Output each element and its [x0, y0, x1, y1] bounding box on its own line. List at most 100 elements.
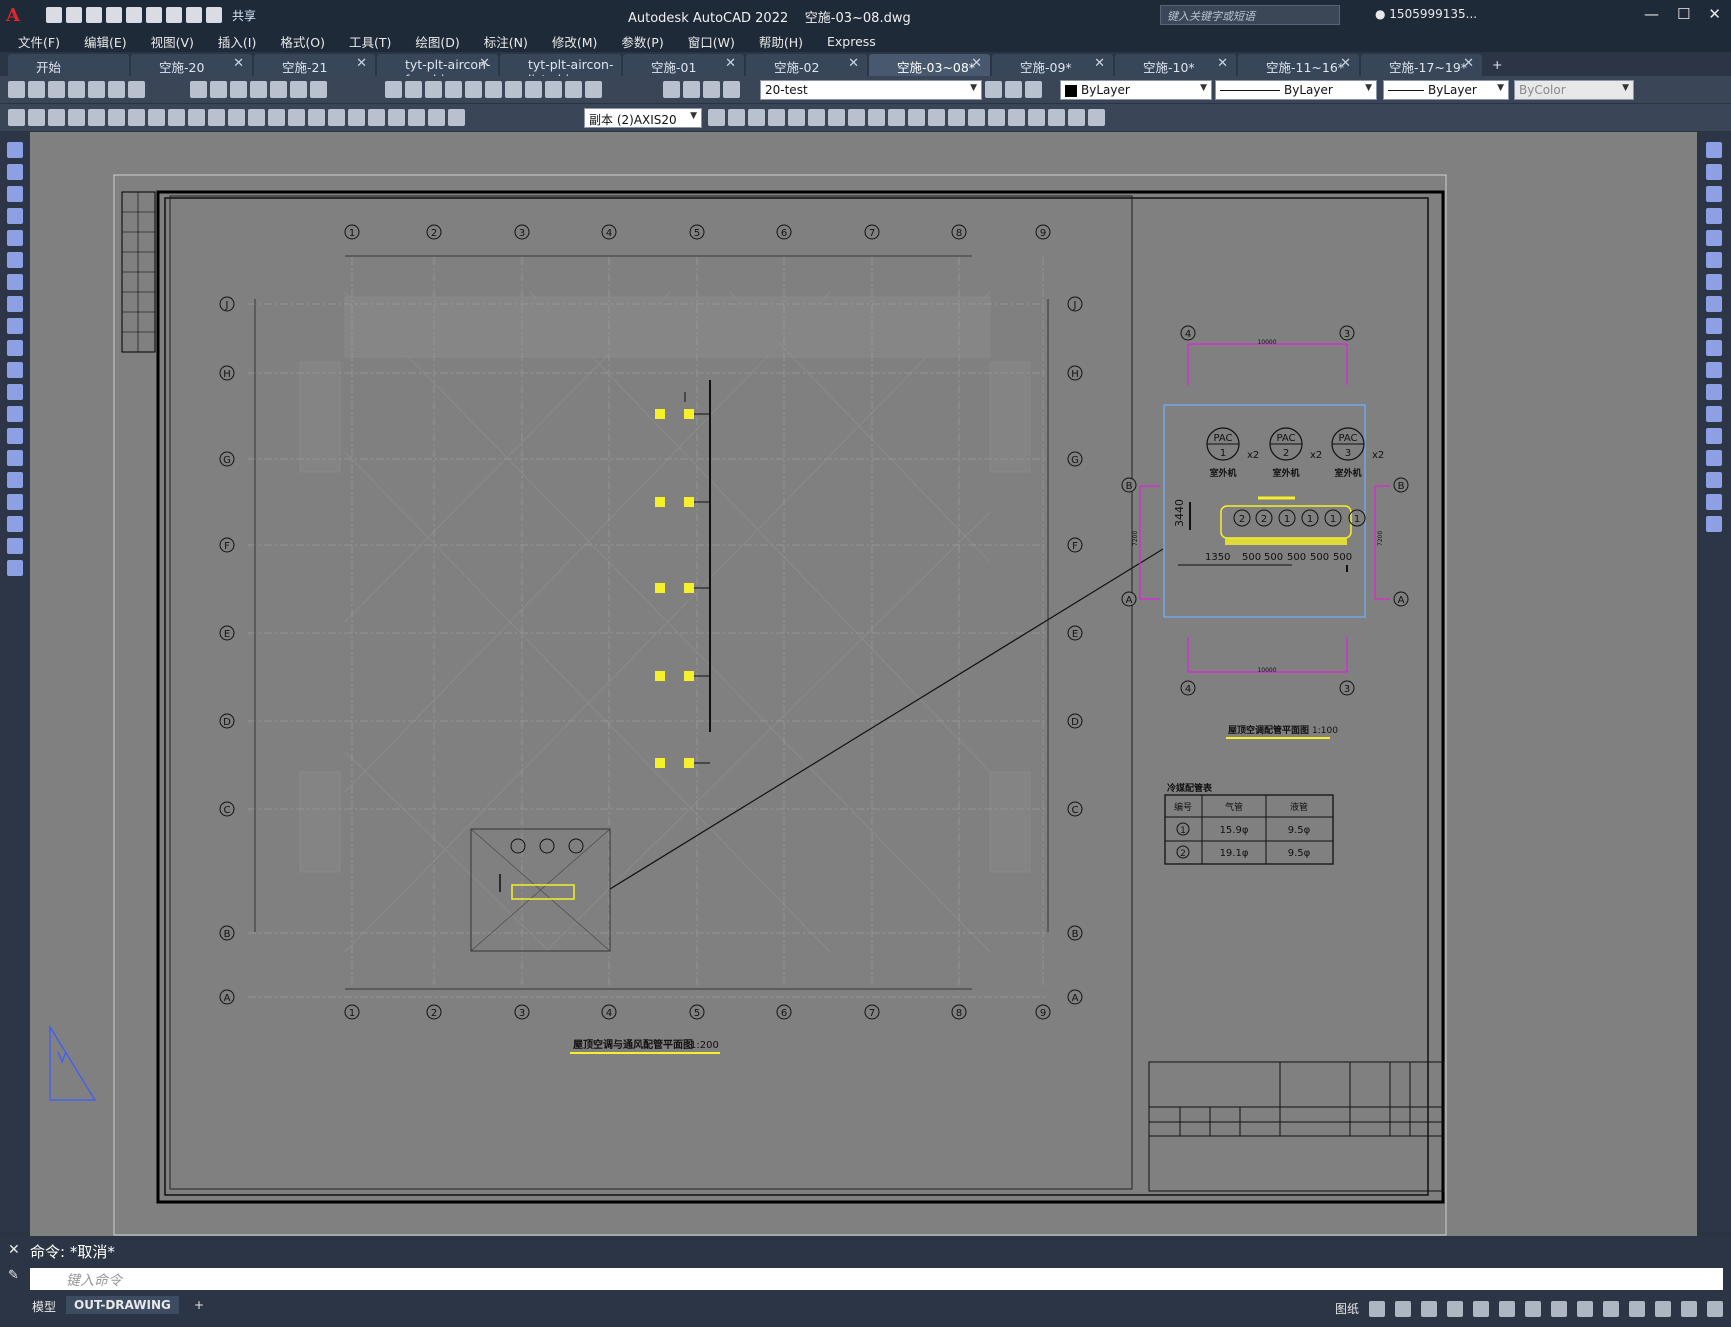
- sheetset-icon[interactable]: [525, 81, 542, 98]
- selection-cycling-icon[interactable]: [1525, 1300, 1541, 1317]
- send-back-icon[interactable]: [768, 109, 785, 126]
- tab-1[interactable]: 空施-20 ✕: [131, 54, 252, 76]
- calculator-icon[interactable]: [565, 81, 582, 98]
- extend-icon[interactable]: [1706, 362, 1722, 378]
- mirror-icon[interactable]: [1706, 186, 1722, 202]
- layer-walk-icon[interactable]: [48, 109, 65, 126]
- properties-icon[interactable]: [465, 81, 482, 98]
- dimstyle-dropdown[interactable]: 副本 (2)AXIS20 ▼: [584, 108, 702, 128]
- blend-icon[interactable]: [1706, 494, 1722, 510]
- open-web-icon[interactable]: [126, 7, 142, 23]
- 3dprint-icon[interactable]: [128, 81, 145, 98]
- menu-item-7[interactable]: 标注(N): [484, 32, 528, 51]
- ole-icon[interactable]: [988, 109, 1005, 126]
- layer-previous-icon[interactable]: [1005, 81, 1022, 98]
- menu-item-12[interactable]: Express: [827, 34, 876, 49]
- drawing-canvas[interactable]: 1 1 2 2 3 3 4 4 5 5 6 6 7 7 8 8 9 9 J J H H G G F F E E D D C C B B A A 屋顶空…: [30, 132, 1697, 1236]
- menu-item-5[interactable]: 工具(T): [349, 32, 391, 51]
- menu-item-8[interactable]: 修改(M): [552, 32, 598, 51]
- tab-close-icon[interactable]: ✕: [233, 56, 244, 71]
- jogged-linear-icon[interactable]: [388, 109, 405, 126]
- rotate-icon[interactable]: [1706, 274, 1722, 290]
- layer-dropdown[interactable]: 20-test ▼: [760, 80, 982, 100]
- zoom-realtime-icon[interactable]: [405, 81, 422, 98]
- paper-space-label[interactable]: 图纸: [1335, 1300, 1359, 1317]
- erase-icon[interactable]: [1706, 142, 1722, 158]
- pan-icon[interactable]: [385, 81, 402, 98]
- trim-icon[interactable]: [1706, 340, 1722, 356]
- polyline-icon[interactable]: [7, 186, 23, 202]
- radius-dim-icon[interactable]: [148, 109, 165, 126]
- spline-icon[interactable]: [7, 318, 23, 334]
- wipeout-icon[interactable]: [1068, 109, 1085, 126]
- tool-palettes-icon[interactable]: [505, 81, 522, 98]
- add-layout-icon[interactable]: +: [186, 1296, 212, 1314]
- lineweight-icon[interactable]: [1473, 1300, 1489, 1317]
- copy-icon[interactable]: [210, 81, 227, 98]
- cut-icon[interactable]: [190, 81, 207, 98]
- block-icon[interactable]: [868, 109, 885, 126]
- add-selected-icon[interactable]: [7, 560, 23, 576]
- save-icon[interactable]: [48, 81, 65, 98]
- open-file-icon[interactable]: [66, 7, 82, 23]
- transparency-icon[interactable]: [1499, 1300, 1515, 1317]
- menu-item-6[interactable]: 绘图(D): [415, 32, 459, 51]
- publish-icon[interactable]: [108, 81, 125, 98]
- layer-match-icon[interactable]: [8, 109, 25, 126]
- annotation-scale-icon[interactable]: [1551, 1300, 1567, 1317]
- tab-close-icon[interactable]: ✕: [725, 56, 736, 71]
- layer-lock-icon[interactable]: [723, 81, 740, 98]
- plotstyle-dropdown[interactable]: ByColor ▼: [1514, 80, 1634, 100]
- revcloud-icon[interactable]: [1088, 109, 1105, 126]
- layer-states-icon[interactable]: [1025, 81, 1042, 98]
- command-input[interactable]: 键入命令: [30, 1268, 1723, 1290]
- field-icon[interactable]: [1008, 109, 1025, 126]
- dim-front-icon[interactable]: [808, 109, 825, 126]
- save-web-icon[interactable]: [146, 7, 162, 23]
- jogged-dim-icon[interactable]: [168, 109, 185, 126]
- tab-close-icon[interactable]: ✕: [1463, 56, 1474, 71]
- tab-0[interactable]: 开始: [8, 54, 129, 76]
- text-front-icon[interactable]: [788, 109, 805, 126]
- image-icon[interactable]: [968, 109, 985, 126]
- arc-icon[interactable]: [7, 252, 23, 268]
- make-block-icon[interactable]: [7, 406, 23, 422]
- dimstyle-icon[interactable]: [708, 109, 725, 126]
- tab-6[interactable]: 空施-02 ✕: [746, 54, 867, 76]
- layer-properties-icon[interactable]: [663, 81, 680, 98]
- isodraft-icon[interactable]: [1421, 1300, 1437, 1317]
- continue-dim-icon[interactable]: [268, 109, 285, 126]
- tab-close-icon[interactable]: ✕: [1340, 56, 1351, 71]
- hatch-icon[interactable]: [7, 450, 23, 466]
- join-icon[interactable]: [1706, 428, 1722, 444]
- linetype-dropdown[interactable]: ByLayer ▼: [1215, 80, 1377, 100]
- zoom-previous-icon[interactable]: [445, 81, 462, 98]
- matchprop-icon[interactable]: [250, 81, 267, 98]
- line-icon[interactable]: [7, 142, 23, 158]
- tab-7[interactable]: 空施-03~08* ✕: [869, 54, 990, 76]
- minimize-icon[interactable]: —: [1644, 5, 1659, 23]
- explode-icon[interactable]: [1706, 516, 1722, 532]
- dimtedit-icon[interactable]: [428, 109, 445, 126]
- layer-isolate-icon[interactable]: [28, 109, 45, 126]
- gradient-icon[interactable]: [7, 472, 23, 488]
- rectangle-icon[interactable]: [7, 230, 23, 246]
- bring-front-icon[interactable]: [748, 109, 765, 126]
- zoom-window-icon[interactable]: [425, 81, 442, 98]
- user-account[interactable]: ● 1505999135...: [1375, 7, 1477, 21]
- tab-close-icon[interactable]: ✕: [971, 56, 982, 71]
- menu-item-10[interactable]: 窗口(W): [688, 32, 735, 51]
- table-icon[interactable]: [1028, 109, 1045, 126]
- object-snap-tracking-icon[interactable]: [1447, 1300, 1463, 1317]
- draworder-icon[interactable]: [728, 109, 745, 126]
- hardware-icon[interactable]: [1655, 1300, 1671, 1317]
- fullscreen-icon[interactable]: [1681, 1300, 1697, 1317]
- tab-close-icon[interactable]: ✕: [848, 56, 859, 71]
- construction-line-icon[interactable]: [7, 164, 23, 180]
- offset-icon[interactable]: [1706, 208, 1722, 224]
- tab-5[interactable]: 空施-01 ✕: [623, 54, 744, 76]
- lineweight-dropdown[interactable]: ByLayer ▼: [1383, 80, 1509, 100]
- search-input[interactable]: 键入关键字或短语: [1160, 5, 1340, 25]
- array-icon[interactable]: [1706, 230, 1722, 246]
- tab-4[interactable]: tyt-plt-aircon-list-china: [500, 54, 621, 87]
